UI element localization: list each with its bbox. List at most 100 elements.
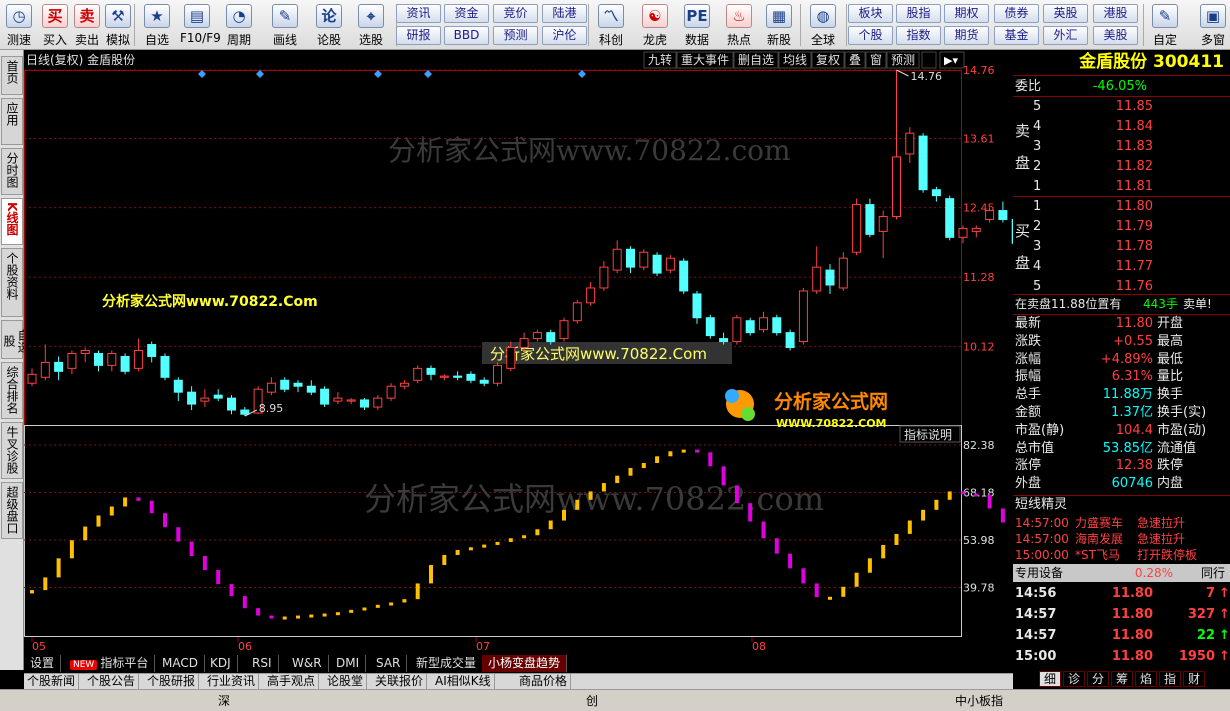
- leftnav-item-6[interactable]: 综合排名: [1, 362, 23, 419]
- chart-menu-item-4[interactable]: 复权: [811, 51, 845, 69]
- candle[interactable]: [665, 255, 675, 274]
- news-tab-8[interactable]: 商品价格: [516, 674, 572, 689]
- chart-menu-item-6[interactable]: 窗: [865, 51, 887, 69]
- toolbar-btn-top-3[interactable]: 陆港: [542, 4, 587, 23]
- right-tab-6[interactable]: 财: [1183, 671, 1205, 687]
- toolbar-hammer-button[interactable]: ⚒ 模拟: [101, 2, 135, 48]
- toolbar-btn-bottom-7[interactable]: 基金: [994, 26, 1039, 45]
- toolbar-btn-top-8[interactable]: 英股: [1043, 4, 1088, 23]
- toolbar-btn-top-7[interactable]: 债券: [994, 4, 1039, 23]
- leftnav-item-3[interactable]: K线图: [1, 198, 23, 245]
- right-tab-4[interactable]: 焰: [1135, 671, 1157, 687]
- toolbar-new-stock-button[interactable]: ▦ 新股: [762, 2, 796, 48]
- candle[interactable]: [745, 317, 755, 336]
- chart-menu-item-3[interactable]: 均线: [778, 51, 812, 69]
- right-tab-3[interactable]: 筹: [1111, 671, 1133, 687]
- candle[interactable]: [120, 353, 130, 375]
- leftnav-item-5[interactable]: 自选股: [1, 320, 30, 359]
- toolbar-btn-top-6[interactable]: 期权: [944, 4, 989, 23]
- right-tab-5[interactable]: 指: [1159, 671, 1181, 687]
- status-sz[interactable]: 深: [218, 692, 230, 709]
- news-tab-7[interactable]: AI相似K线: [432, 674, 495, 689]
- toolbar-btn-bottom-5[interactable]: 指数: [896, 26, 941, 45]
- sector-name[interactable]: 专用设备: [1015, 564, 1063, 582]
- toolbar-clock-button[interactable]: ◷ 测速: [2, 2, 36, 48]
- toolbar-discuss-button[interactable]: 论论股: [312, 2, 346, 48]
- leftnav-item-2[interactable]: 分时图: [1, 148, 23, 195]
- indicator-tab-1[interactable]: NEW 指标平台: [64, 655, 156, 672]
- candle[interactable]: [865, 198, 875, 238]
- leftnav-item-1[interactable]: 应用: [1, 98, 23, 145]
- toolbar-buy-button[interactable]: 买买入: [38, 2, 72, 48]
- indicator-explain-button[interactable]: 指标说明: [899, 425, 961, 443]
- toolbar-btn-top-5[interactable]: 股指: [896, 4, 941, 23]
- news-tab-2[interactable]: 个股研报: [144, 674, 200, 689]
- toolbar-btn-bottom-4[interactable]: 个股: [848, 26, 893, 45]
- toolbar-btn-bottom-3[interactable]: 沪伦: [542, 26, 587, 45]
- toolbar-btn-top-2[interactable]: 竞价: [493, 4, 538, 23]
- right-tab-2[interactable]: 分: [1087, 671, 1109, 687]
- chart-lock-button[interactable]: [921, 51, 937, 69]
- toolbar-hot-button[interactable]: ♨ 热点: [722, 2, 756, 48]
- candle[interactable]: [493, 362, 502, 387]
- candle[interactable]: [572, 299, 582, 324]
- indicator-tab-6[interactable]: DMI: [330, 655, 367, 672]
- candle[interactable]: [559, 317, 569, 342]
- news-tab-0[interactable]: 个股新闻: [24, 674, 80, 689]
- candle[interactable]: [320, 386, 330, 408]
- sprite-stock[interactable]: *ST飞马: [1075, 546, 1120, 564]
- candle[interactable]: [386, 383, 396, 402]
- toolbar-btn-bottom-2[interactable]: 预测: [493, 26, 538, 45]
- toolbar-globe-button[interactable]: ◍ 全球: [806, 2, 840, 48]
- candle[interactable]: [732, 314, 742, 345]
- candle[interactable]: [838, 252, 848, 291]
- toolbar-btn-top-9[interactable]: 港股: [1093, 4, 1138, 23]
- news-tab-5[interactable]: 论股堂: [324, 674, 368, 689]
- sector-more-link[interactable]: 同行: [1201, 564, 1225, 582]
- news-tab-4[interactable]: 高手观点: [264, 674, 320, 689]
- toolbar-btn-bottom-9[interactable]: 美股: [1093, 26, 1138, 45]
- candle[interactable]: [798, 287, 808, 345]
- candle[interactable]: [639, 249, 649, 271]
- toolbar-f10-button[interactable]: ▤ F10/F9: [180, 2, 221, 48]
- chart-menu-item-1[interactable]: 重大事件: [676, 51, 734, 69]
- chart-menu-item-0[interactable]: 九转: [643, 51, 677, 69]
- indicator-tab-9[interactable]: 小杨变盘趋势: [482, 655, 568, 672]
- toolbar-btn-top-4[interactable]: 板块: [848, 4, 893, 23]
- toolbar-star-button[interactable]: ★ 自选: [140, 2, 174, 48]
- indicator-tab-7[interactable]: SAR: [370, 655, 408, 672]
- candle[interactable]: [785, 329, 795, 351]
- toolbar-period-button[interactable]: ◔ 周期: [222, 2, 256, 48]
- candle[interactable]: [918, 133, 928, 193]
- indicator-tab-0[interactable]: 设置: [24, 655, 62, 672]
- toolbar-sell-button[interactable]: 卖卖出: [70, 2, 104, 48]
- right-tab-0[interactable]: 细: [1039, 671, 1061, 687]
- toolbar-btn-top-0[interactable]: 资讯: [396, 4, 441, 23]
- toolbar-pe-button[interactable]: PE 数据: [680, 2, 714, 48]
- news-tab-6[interactable]: 关联报价: [372, 674, 428, 689]
- toolbar-custom-button[interactable]: ✎ 自定: [1148, 2, 1182, 48]
- toolbar-btn-bottom-0[interactable]: 研报: [396, 26, 441, 45]
- toolbar-btn-bottom-6[interactable]: 期货: [944, 26, 989, 45]
- leftnav-item-8[interactable]: 超级盘口: [1, 482, 23, 539]
- status-cy[interactable]: 创: [586, 692, 598, 709]
- leftnav-item-0[interactable]: 首页: [1, 56, 23, 95]
- toolbar-dragon-button[interactable]: ☯ 龙虎: [638, 2, 672, 48]
- candle[interactable]: [772, 314, 782, 336]
- right-tab-1[interactable]: 诊: [1063, 671, 1085, 687]
- candle[interactable]: [679, 258, 689, 294]
- toolbar-kechuang-button[interactable]: 〽科创: [594, 2, 628, 48]
- kline-chart[interactable]: 日线(复权) 金盾股份 九转 重大事件 删自选 均线 复权叠窗预测 ▶▾14.7613.61…: [24, 50, 1013, 655]
- chart-menu-item-7[interactable]: 预测: [886, 51, 920, 69]
- chart-menu-item-2[interactable]: 删自选: [733, 51, 779, 69]
- candle[interactable]: [413, 365, 423, 384]
- chart-menu-item-5[interactable]: 叠: [844, 51, 866, 69]
- candle[interactable]: [705, 314, 715, 339]
- candle[interactable]: [160, 353, 170, 381]
- indicator-tab-8[interactable]: 新型成交量: [410, 655, 484, 672]
- indicator-tab-5[interactable]: W&R: [286, 655, 329, 672]
- news-tab-3[interactable]: 行业资讯: [204, 674, 260, 689]
- toolbar-pen-button[interactable]: ✎ 画线: [268, 2, 302, 48]
- candle[interactable]: [652, 252, 662, 277]
- indicator-tab-3[interactable]: KDJ: [204, 655, 238, 672]
